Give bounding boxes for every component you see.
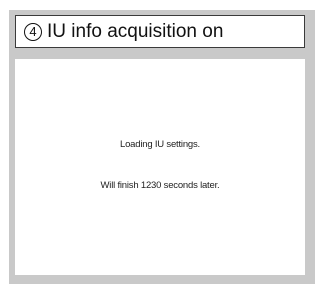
dialog-header: 4 IU info acquisition on xyxy=(15,15,305,48)
loading-status-text: Loading IU settings. xyxy=(120,139,200,150)
step-number-badge: 4 xyxy=(24,22,42,41)
dialog-title: IU info acquisition on xyxy=(47,20,224,42)
dialog-frame: 4 IU info acquisition on Loading IU sett… xyxy=(9,10,315,284)
remaining-time-text: Will finish 1230 seconds later. xyxy=(100,180,220,191)
dialog-content: Loading IU settings. Will finish 1230 se… xyxy=(15,59,305,275)
